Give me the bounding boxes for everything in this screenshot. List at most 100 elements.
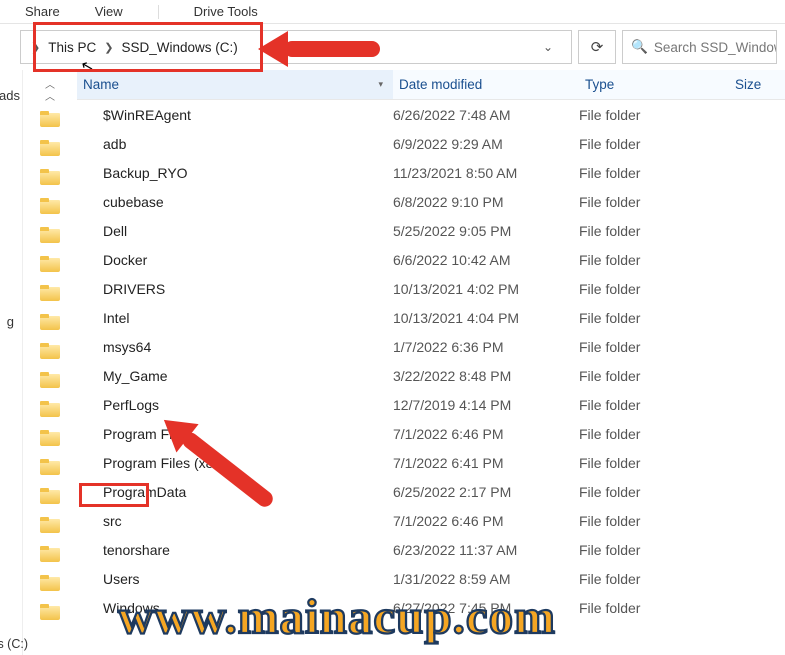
table-row[interactable]: msys641/7/2022 6:36 PMFile folder bbox=[77, 332, 785, 361]
folder-icon bbox=[40, 546, 60, 562]
cell-name: Program Files bbox=[77, 426, 393, 442]
cell-date: 6/27/2022 7:45 PM bbox=[393, 600, 579, 616]
refresh-icon: ⟳ bbox=[591, 38, 604, 56]
folder-icon bbox=[40, 198, 60, 214]
cell-date: 6/23/2022 11:37 AM bbox=[393, 542, 579, 558]
table-row[interactable]: DRIVERS10/13/2021 4:02 PMFile folder bbox=[77, 274, 785, 303]
ribbon-view[interactable]: View bbox=[95, 4, 123, 19]
cell-type: File folder bbox=[579, 600, 729, 616]
table-row[interactable]: PerfLogs12/7/2019 4:14 PMFile folder bbox=[77, 390, 785, 419]
folder-icon bbox=[40, 401, 60, 417]
cell-type: File folder bbox=[579, 397, 729, 413]
cell-date: 5/25/2022 9:05 PM bbox=[393, 223, 579, 239]
ribbon-share[interactable]: Share bbox=[25, 4, 60, 19]
cell-name: ProgramData bbox=[77, 484, 393, 500]
table-row[interactable]: Users1/31/2022 8:59 AMFile folder bbox=[77, 564, 785, 593]
cell-name: tenorshare bbox=[77, 542, 393, 558]
cell-name: adb bbox=[77, 136, 393, 152]
icon-gutter: ︿ ︿ bbox=[23, 70, 77, 655]
cell-name: Backup_RYO bbox=[77, 165, 393, 181]
breadcrumb-this-pc[interactable]: This PC bbox=[46, 40, 98, 55]
folder-icon bbox=[40, 575, 60, 591]
breadcrumb-drive[interactable]: SSD_Windows (C:) bbox=[119, 40, 239, 55]
table-row[interactable]: ProgramData6/25/2022 2:17 PMFile folder bbox=[77, 477, 785, 506]
cell-date: 1/31/2022 8:59 AM bbox=[393, 571, 579, 587]
table-row[interactable]: Backup_RYO11/23/2021 8:50 AMFile folder bbox=[77, 158, 785, 187]
cell-name: PerfLogs bbox=[77, 397, 393, 413]
chevron-right-icon[interactable]: ❯ bbox=[98, 41, 119, 54]
cell-type: File folder bbox=[579, 542, 729, 558]
folder-icon bbox=[40, 256, 60, 272]
cell-type: File folder bbox=[579, 426, 729, 442]
nav-pane-fragment: oads g ws (C:) bbox=[0, 70, 23, 655]
cell-date: 7/1/2022 6:41 PM bbox=[393, 455, 579, 471]
table-row[interactable]: adb6/9/2022 9:29 AMFile folder bbox=[77, 129, 785, 158]
column-date[interactable]: Date modified bbox=[393, 77, 579, 92]
cell-name: msys64 bbox=[77, 339, 393, 355]
chevron-right-icon[interactable]: ❯ bbox=[25, 41, 46, 54]
table-row[interactable]: Dell5/25/2022 9:05 PMFile folder bbox=[77, 216, 785, 245]
table-row[interactable]: src7/1/2022 6:46 PMFile folder bbox=[77, 506, 785, 535]
cell-date: 10/13/2021 4:02 PM bbox=[393, 281, 579, 297]
cell-date: 11/23/2021 8:50 AM bbox=[393, 165, 579, 181]
sort-indicator-icon: ▾ bbox=[378, 79, 383, 90]
table-row[interactable]: Windows6/27/2022 7:45 PMFile folder bbox=[77, 593, 785, 622]
column-name[interactable]: Name ▾ bbox=[77, 70, 393, 99]
cell-date: 10/13/2021 4:04 PM bbox=[393, 310, 579, 326]
folder-icon bbox=[40, 517, 60, 533]
folder-icon bbox=[40, 488, 60, 504]
table-row[interactable]: $WinREAgent6/26/2022 7:48 AMFile folder bbox=[77, 100, 785, 129]
column-type[interactable]: Type bbox=[579, 77, 729, 92]
search-input[interactable]: 🔍 Search SSD_Windows (C:) bbox=[622, 30, 777, 64]
rows-container: $WinREAgent6/26/2022 7:48 AMFile foldera… bbox=[77, 100, 785, 655]
cell-type: File folder bbox=[579, 368, 729, 384]
ribbon: Share View Drive Tools bbox=[0, 0, 785, 24]
cell-name: Users bbox=[77, 571, 393, 587]
breadcrumb-dropdown-icon[interactable]: ⌄ bbox=[525, 40, 571, 54]
table-row[interactable]: My_Game3/22/2022 8:48 PMFile folder bbox=[77, 361, 785, 390]
folder-icon bbox=[40, 459, 60, 475]
cell-type: File folder bbox=[579, 571, 729, 587]
cell-type: File folder bbox=[579, 513, 729, 529]
cell-name: $WinREAgent bbox=[77, 107, 393, 123]
cell-name: src bbox=[77, 513, 393, 529]
cell-name: Intel bbox=[77, 310, 393, 326]
cell-type: File folder bbox=[579, 223, 729, 239]
table-row[interactable]: cubebase6/8/2022 9:10 PMFile folder bbox=[77, 187, 785, 216]
column-size[interactable]: Size bbox=[729, 77, 785, 92]
table-row[interactable]: Intel10/13/2021 4:04 PMFile folder bbox=[77, 303, 785, 332]
cell-name: Program Files (x86) bbox=[77, 455, 393, 471]
nav-fragment-g[interactable]: g bbox=[5, 310, 16, 333]
column-headers: Name ▾ Date modified Type Size bbox=[77, 70, 785, 100]
cell-type: File folder bbox=[579, 339, 729, 355]
refresh-button[interactable]: ⟳ bbox=[578, 30, 616, 64]
ribbon-drive-tools[interactable]: Drive Tools bbox=[194, 4, 258, 19]
cell-type: File folder bbox=[579, 252, 729, 268]
table-row[interactable]: tenorshare6/23/2022 11:37 AMFile folder bbox=[77, 535, 785, 564]
cell-type: File folder bbox=[579, 484, 729, 500]
table-row[interactable]: Program Files (x86)7/1/2022 6:41 PMFile … bbox=[77, 448, 785, 477]
cell-type: File folder bbox=[579, 136, 729, 152]
table-row[interactable]: Docker6/6/2022 10:42 AMFile folder bbox=[77, 245, 785, 274]
cell-date: 6/25/2022 2:17 PM bbox=[393, 484, 579, 500]
breadcrumb[interactable]: ❯ This PC ❯ SSD_Windows (C:) ↖ ⌄ bbox=[20, 30, 572, 64]
cell-name: Windows bbox=[77, 600, 393, 616]
cell-date: 12/7/2019 4:14 PM bbox=[393, 397, 579, 413]
folder-icon bbox=[40, 227, 60, 243]
chevron-up-icon[interactable]: ︿ bbox=[23, 88, 77, 102]
content-area: oads g ws (C:) ︿ ︿ Name ▾ Date modified … bbox=[0, 70, 785, 655]
nav-fragment-drive[interactable]: ws (C:) bbox=[0, 633, 30, 655]
folder-icon bbox=[40, 111, 60, 127]
cell-date: 6/8/2022 9:10 PM bbox=[393, 194, 579, 210]
search-icon: 🔍 bbox=[631, 39, 648, 55]
table-row[interactable]: Program Files7/1/2022 6:46 PMFile folder bbox=[77, 419, 785, 448]
cell-name: My_Game bbox=[77, 368, 393, 384]
folder-icon bbox=[40, 372, 60, 388]
nav-fragment-downloads[interactable]: oads bbox=[0, 84, 22, 107]
cell-type: File folder bbox=[579, 281, 729, 297]
folder-icon bbox=[40, 343, 60, 359]
cell-date: 6/26/2022 7:48 AM bbox=[393, 107, 579, 123]
cell-name: DRIVERS bbox=[77, 281, 393, 297]
cell-date: 7/1/2022 6:46 PM bbox=[393, 513, 579, 529]
cell-date: 1/7/2022 6:36 PM bbox=[393, 339, 579, 355]
